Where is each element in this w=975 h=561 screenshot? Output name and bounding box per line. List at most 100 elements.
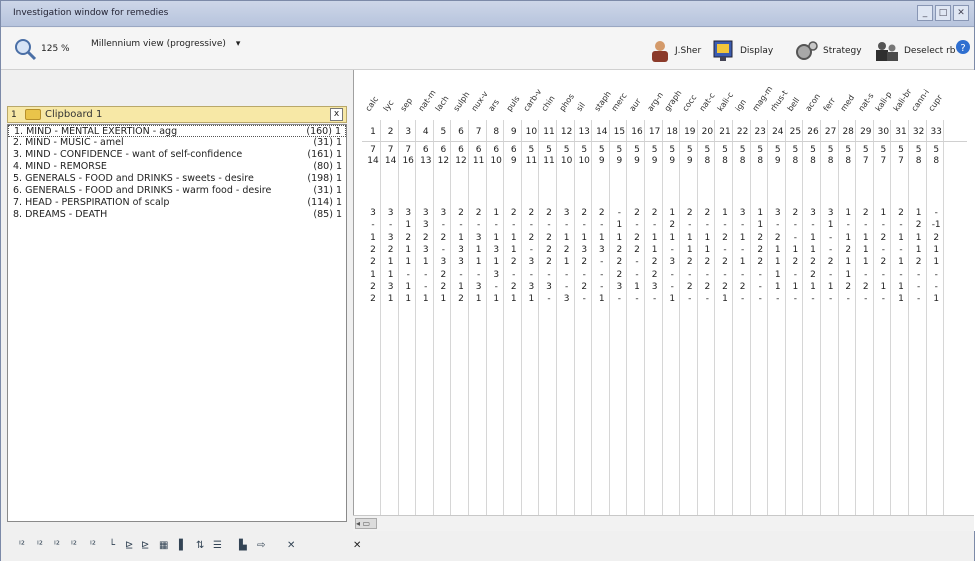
maximize-button[interactable]: □ (935, 5, 951, 21)
rubric-row[interactable]: 6. GENERALS - FOOD and DRINKS - warm foo… (8, 185, 346, 197)
toolbar-tool-icon[interactable]: ᴵ² (90, 540, 96, 551)
grid-cell: 3 (422, 220, 429, 231)
grid-cell: 2 (722, 232, 728, 243)
toolbar-tool-icon[interactable]: ▦ (159, 540, 168, 551)
grid-cell: 1 (563, 232, 570, 243)
close-icon[interactable]: ✕ (353, 540, 361, 551)
remedy-label[interactable]: sep (399, 96, 415, 113)
grid-cell: 1 (915, 232, 922, 243)
grid-cell: - (811, 220, 815, 231)
toolbar-tool-icon[interactable]: ▙ (239, 540, 247, 551)
rubric-row[interactable]: 4. MIND - REMORSE (80) 1 (8, 161, 346, 173)
remedy-label[interactable]: sil (575, 101, 587, 113)
remedy-label[interactable]: nat-c (698, 91, 717, 113)
grid-cell: -1 (931, 220, 941, 231)
remedy-label[interactable]: cupr (927, 93, 945, 113)
deselect-button[interactable]: Deselect rb (874, 39, 955, 63)
grid-cell: 2 (845, 244, 852, 255)
toolbar-tool-icon[interactable]: └ (109, 540, 115, 551)
toolbar-tool-icon[interactable]: ⇨ (257, 540, 265, 551)
remedy-label[interactable]: ign (733, 98, 747, 113)
toolbar-tool-icon[interactable]: ⊵ (125, 540, 133, 551)
column-number: 1 (370, 127, 376, 137)
toolbar-tool-icon[interactable]: ᴵ² (19, 540, 25, 551)
toolbar-tool-icon[interactable]: ☰ (213, 540, 222, 551)
grid-cell: 1 (475, 257, 482, 268)
rubric-row[interactable]: 2. MIND - MUSIC - amel (31) 1 (8, 137, 346, 149)
grid-column-line (784, 120, 786, 515)
remedy-label[interactable]: puls (504, 94, 521, 113)
toolbar-tool-icon[interactable]: ▌ (179, 540, 187, 551)
view-mode-select[interactable]: Millennium view (progressive) ▾ (91, 39, 240, 49)
grid-cell: - (828, 244, 833, 255)
grid-cell: 1 (616, 232, 623, 243)
rubric-row[interactable]: 5. GENERALS - FOOD and DRINKS - sweets -… (8, 173, 346, 185)
grid-cell: 1 (722, 294, 728, 305)
remedy-label[interactable]: nat-m (416, 88, 437, 113)
person-button[interactable]: J.Sher (649, 39, 701, 63)
grid-cell: 3 (528, 281, 535, 292)
rubric-row[interactable]: 7. HEAD - PERSPIRATION of scalp (114) 1 (8, 197, 346, 209)
remedy-label[interactable]: aur (628, 97, 643, 113)
horizontal-scrollbar[interactable]: ◂ ▭ (353, 515, 974, 531)
strategy-button[interactable]: Strategy (795, 39, 862, 63)
zoom-control[interactable]: 125 % (13, 37, 70, 61)
rubric-row[interactable]: 1. MIND - MENTAL EXERTION - agg (160) 1 (8, 125, 346, 137)
remedy-label[interactable]: graph (663, 89, 684, 113)
remedy-label[interactable]: ars (487, 98, 501, 113)
toolbar-tool-icon[interactable]: ᴵ² (54, 540, 60, 551)
scrollbar-thumb[interactable]: ◂ ▭ (355, 518, 377, 529)
column-number: 29 (860, 127, 872, 137)
remedy-label[interactable]: med (839, 93, 857, 113)
remedy-label[interactable]: nat-s (856, 91, 875, 113)
remedy-label[interactable]: kali-c (716, 91, 735, 113)
help-button[interactable]: ? (955, 39, 971, 55)
toolbar-tool-icon[interactable]: ⊵ (141, 540, 149, 551)
grid-cell: - (705, 220, 710, 231)
remedy-label[interactable]: phos (557, 92, 575, 113)
remedy-label[interactable]: lach (434, 94, 451, 113)
rubric-row[interactable]: 3. MIND - CONFIDENCE - want of self-conf… (8, 149, 346, 161)
clipboard-header[interactable]: 1 Clipboard 1 x (7, 106, 347, 123)
remedy-label[interactable]: arg-n (645, 91, 664, 113)
grid-cell: 1 (933, 294, 940, 305)
close-button[interactable]: ✕ (953, 5, 969, 21)
remedy-label[interactable]: bell (786, 96, 802, 113)
clipboard-close-button[interactable]: x (330, 108, 343, 121)
grid-cell: 1 (493, 294, 500, 305)
remedy-label[interactable]: acon (804, 92, 822, 113)
remedy-label[interactable]: kali-br (892, 87, 914, 113)
rubric-row[interactable]: 8. DREAMS - DEATH (85) 1 (8, 209, 346, 221)
toolbar-tool-icon[interactable]: ᴵ² (71, 540, 77, 551)
display-button[interactable]: Display (712, 39, 773, 63)
remedy-label[interactable]: cocc (680, 93, 698, 113)
minimize-button[interactable]: _ (917, 5, 933, 21)
symptom-count: 5 (651, 145, 658, 155)
grid-cell: 3 (563, 294, 570, 305)
toolbar-tool-icon[interactable]: ᴵ² (37, 540, 43, 551)
grid-cell: - (934, 269, 938, 280)
remedy-label[interactable]: kali-p (874, 90, 894, 113)
grid-cell: 2 (370, 257, 376, 268)
toolbar-tool-icon[interactable]: ✕ (287, 540, 295, 551)
grid-column-line (872, 120, 874, 515)
remedy-label[interactable]: sulph (452, 90, 472, 113)
grid-cell: - (494, 281, 498, 292)
remedy-label[interactable]: chin (540, 94, 557, 113)
toolbar-tool-icon[interactable]: ⇅ (196, 540, 204, 551)
remedy-label[interactable]: ferr (821, 96, 837, 113)
remedy-label[interactable]: calc (364, 95, 381, 113)
remedy-label[interactable]: staph (592, 90, 612, 113)
remedy-label[interactable]: lyc (381, 99, 395, 113)
degree-total: 8 (792, 156, 799, 166)
symptom-count: 5 (528, 145, 535, 155)
grid-column-line (908, 120, 909, 515)
grid-cell: 1 (704, 232, 711, 243)
grid-cell: - (459, 269, 463, 280)
grid-cell: 1 (722, 208, 728, 218)
remedy-label[interactable]: nux-v (469, 90, 489, 113)
grid-cell: 1 (898, 281, 904, 292)
grid-cell: - (864, 294, 868, 305)
column-number: 31 (895, 127, 907, 137)
degree-total: 9 (598, 156, 605, 166)
